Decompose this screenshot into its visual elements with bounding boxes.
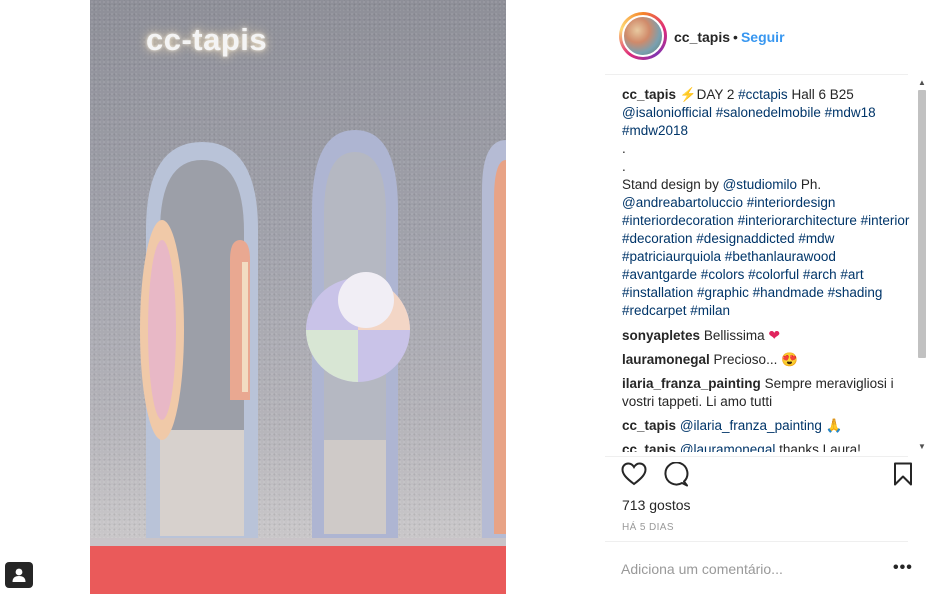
comment-icon[interactable] bbox=[663, 462, 689, 488]
comment-username[interactable]: cc_tapis bbox=[622, 442, 676, 452]
scroll-down-icon[interactable]: ▼ bbox=[917, 442, 927, 452]
comment-input[interactable] bbox=[621, 561, 871, 577]
comment-username[interactable]: cc_tapis bbox=[622, 418, 676, 433]
scroll-up-icon[interactable]: ▲ bbox=[917, 78, 927, 88]
tagged-users-button[interactable] bbox=[5, 562, 33, 588]
post-image[interactable]: cc-tapis bbox=[90, 0, 506, 594]
comments-list[interactable]: cc_tapis ⚡DAY 2 #cctapis Hall 6 B25 @isa… bbox=[622, 86, 914, 452]
brand-logo-sign: cc-tapis bbox=[146, 22, 268, 57]
comment-username[interactable]: lauramonegal bbox=[622, 352, 710, 367]
actions-divider bbox=[605, 456, 908, 457]
account-username[interactable]: cc_tapis bbox=[674, 29, 730, 45]
header-divider bbox=[605, 74, 908, 75]
heart-icon[interactable] bbox=[621, 462, 647, 486]
caption-username[interactable]: cc_tapis bbox=[622, 87, 676, 102]
comment-username[interactable]: ilaria_franza_painting bbox=[622, 376, 761, 391]
avatar bbox=[622, 15, 664, 57]
post-sidebar: cc_tapis • Seguir cc_tapis ⚡DAY 2 #cctapis… bbox=[605, 0, 932, 594]
comment-item: sonyapletes Bellissima ❤ bbox=[622, 327, 781, 343]
comment-form: ••• bbox=[605, 541, 912, 594]
comment-item: lauramonegal Precioso... 😍 bbox=[622, 352, 798, 367]
avatar-story-ring[interactable] bbox=[619, 12, 667, 60]
comment-item: ilaria_franza_painting Sempre meraviglio… bbox=[622, 376, 894, 409]
post-image-area: cc-tapis bbox=[0, 0, 605, 594]
post-timestamp[interactable]: HÁ 5 DIAS bbox=[622, 522, 674, 533]
comments-scrollbar[interactable]: ▲ ▼ bbox=[917, 78, 927, 452]
caption: cc_tapis ⚡DAY 2 #cctapis Hall 6 B25 @isa… bbox=[622, 87, 910, 318]
follow-button[interactable]: Seguir bbox=[741, 29, 785, 45]
arches-illustration bbox=[140, 130, 506, 540]
more-options-button[interactable]: ••• bbox=[893, 559, 913, 577]
user-icon bbox=[12, 568, 26, 582]
red-carpet bbox=[90, 546, 506, 594]
scroll-thumb[interactable] bbox=[918, 90, 926, 358]
post-header: cc_tapis • Seguir bbox=[605, 0, 932, 74]
likes-count[interactable]: 713 gostos bbox=[622, 497, 691, 513]
comment-username[interactable]: sonyapletes bbox=[622, 328, 700, 343]
comment-item: cc_tapis @ilaria_franza_painting 🙏 bbox=[622, 418, 843, 433]
comment-item: cc_tapis @lauramonegal thanks Laura! bbox=[622, 441, 914, 452]
bookmark-icon[interactable] bbox=[893, 462, 913, 486]
action-bar bbox=[619, 462, 915, 490]
